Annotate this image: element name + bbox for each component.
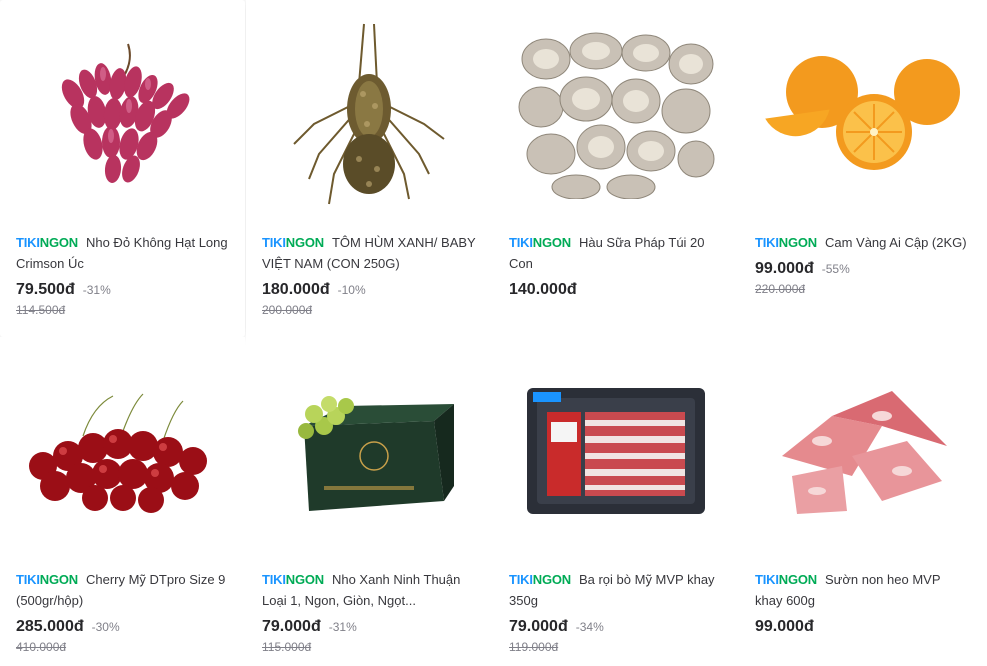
discount-badge: -10% xyxy=(337,283,366,297)
original-price: 119.000đ xyxy=(509,640,559,654)
beef-tray-image[interactable] xyxy=(509,351,722,551)
lobster-image[interactable] xyxy=(262,14,475,214)
product-name[interactable]: TIKINGON Ba rọi bò Mỹ MVP khay 350g xyxy=(509,569,724,611)
tikingon-badge: TIKINGON xyxy=(262,235,324,250)
product-name[interactable]: TIKINGON Hàu Sữa Pháp Túi 20 Con xyxy=(509,232,724,274)
product-card[interactable]: TIKINGON Nho Đỏ Không Hạt Long Crimson Úc… xyxy=(0,0,245,337)
product-card[interactable]: TIKINGON Hàu Sữa Pháp Túi 20 Con 140.000đ xyxy=(493,0,738,337)
discount-badge: -30% xyxy=(91,620,120,634)
product-price: 79.500đ xyxy=(16,281,75,298)
original-price: 410.000đ xyxy=(16,640,67,654)
tikingon-badge: TIKINGON xyxy=(16,235,78,250)
product-name[interactable]: TIKINGON TÔM HÙM XANH/ BABY VIỆT NAM (CON… xyxy=(262,232,477,274)
product-grid: TIKINGON Nho Đỏ Không Hạt Long Crimson Úc… xyxy=(0,0,987,666)
product-name[interactable]: TIKINGON Cherry Mỹ DTpro Size 9 (500gr/hộ… xyxy=(16,569,231,611)
tikingon-badge: TIKINGON xyxy=(509,572,571,587)
oranges-image[interactable] xyxy=(755,14,968,214)
product-name[interactable]: TIKINGON Sườn non heo MVP khay 600g xyxy=(755,569,970,611)
green-grapes-box-image[interactable] xyxy=(262,351,475,551)
tikingon-badge: TIKINGON xyxy=(755,572,817,587)
pork-ribs-image[interactable] xyxy=(755,351,968,551)
tikingon-badge: TIKINGON xyxy=(755,235,817,250)
product-price: 99.000đ xyxy=(755,260,814,277)
red-grapes-image[interactable] xyxy=(16,14,229,214)
tikingon-badge: TIKINGON xyxy=(16,572,78,587)
product-card[interactable]: TIKINGON Sườn non heo MVP khay 600g 99.00… xyxy=(739,337,984,666)
product-name[interactable]: TIKINGON Nho Xanh Ninh Thuận Loại 1, Ngon… xyxy=(262,569,477,611)
product-card[interactable]: TIKINGON Cherry Mỹ DTpro Size 9 (500gr/hộ… xyxy=(0,337,245,666)
product-price: 180.000đ xyxy=(262,281,330,298)
product-card[interactable]: TIKINGON Ba rọi bò Mỹ MVP khay 350g 79.00… xyxy=(493,337,738,666)
tikingon-badge: TIKINGON xyxy=(509,235,571,250)
product-card[interactable]: TIKINGON Nho Xanh Ninh Thuận Loại 1, Ngon… xyxy=(246,337,491,666)
original-price: 114.500đ xyxy=(16,303,66,317)
product-price: 79.000đ xyxy=(509,618,568,635)
product-price: 140.000đ xyxy=(509,281,577,298)
discount-badge: -31% xyxy=(328,620,357,634)
cherries-image[interactable] xyxy=(16,351,229,551)
product-name[interactable]: TIKINGON Cam Vàng Ai Cập (2KG) xyxy=(755,232,970,253)
product-name[interactable]: TIKINGON Nho Đỏ Không Hạt Long Crimson Úc xyxy=(16,232,231,274)
product-price: 285.000đ xyxy=(16,618,84,635)
original-price: 115.000đ xyxy=(262,640,312,654)
product-price: 79.000đ xyxy=(262,618,321,635)
original-price: 220.000đ xyxy=(755,282,806,296)
product-price: 99.000đ xyxy=(755,618,814,635)
product-card[interactable]: TIKINGON Cam Vàng Ai Cập (2KG) 99.000đ -5… xyxy=(739,0,984,337)
product-card[interactable]: TIKINGON TÔM HÙM XANH/ BABY VIỆT NAM (CON… xyxy=(246,0,491,337)
original-price: 200.000đ xyxy=(262,303,313,317)
discount-badge: -34% xyxy=(575,620,604,634)
discount-badge: -31% xyxy=(82,283,111,297)
oysters-image[interactable] xyxy=(509,14,722,214)
tikingon-badge: TIKINGON xyxy=(262,572,324,587)
discount-badge: -55% xyxy=(821,262,850,276)
